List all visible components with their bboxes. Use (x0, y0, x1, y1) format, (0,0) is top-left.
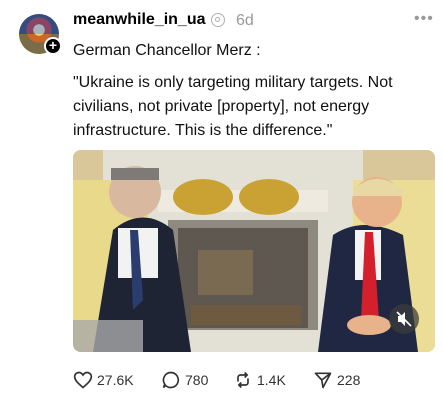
post-time[interactable]: 6d (236, 12, 254, 30)
repost-button[interactable]: 1.4K (233, 370, 286, 390)
repost-count: 1.4K (257, 372, 286, 388)
heart-icon (73, 371, 93, 389)
post-text-quote: "Ukraine is only targeting military targ… (73, 74, 393, 139)
like-button[interactable]: 27.6K (73, 370, 134, 390)
follow-plus-icon[interactable]: + (44, 37, 62, 55)
share-button[interactable]: 228 (313, 370, 360, 390)
avatar-flag-top (19, 14, 59, 34)
muted-speaker-icon (396, 311, 412, 327)
mute-button[interactable] (389, 304, 419, 334)
verified-icon (211, 13, 225, 27)
comment-count: 780 (185, 372, 209, 388)
repost-icon (237, 371, 249, 389)
like-count: 27.6K (97, 372, 134, 388)
comment-button[interactable]: 780 (161, 370, 208, 390)
video-frame-illustration (73, 150, 435, 352)
share-icon (314, 372, 332, 389)
post-video[interactable] (73, 150, 435, 352)
share-count: 228 (337, 372, 361, 388)
username[interactable]: meanwhile_in_ua (73, 11, 206, 29)
post-text-line1: German Chancellor Merz : (73, 42, 261, 59)
comment-icon (162, 371, 180, 389)
more-icon[interactable]: ••• (414, 10, 434, 28)
